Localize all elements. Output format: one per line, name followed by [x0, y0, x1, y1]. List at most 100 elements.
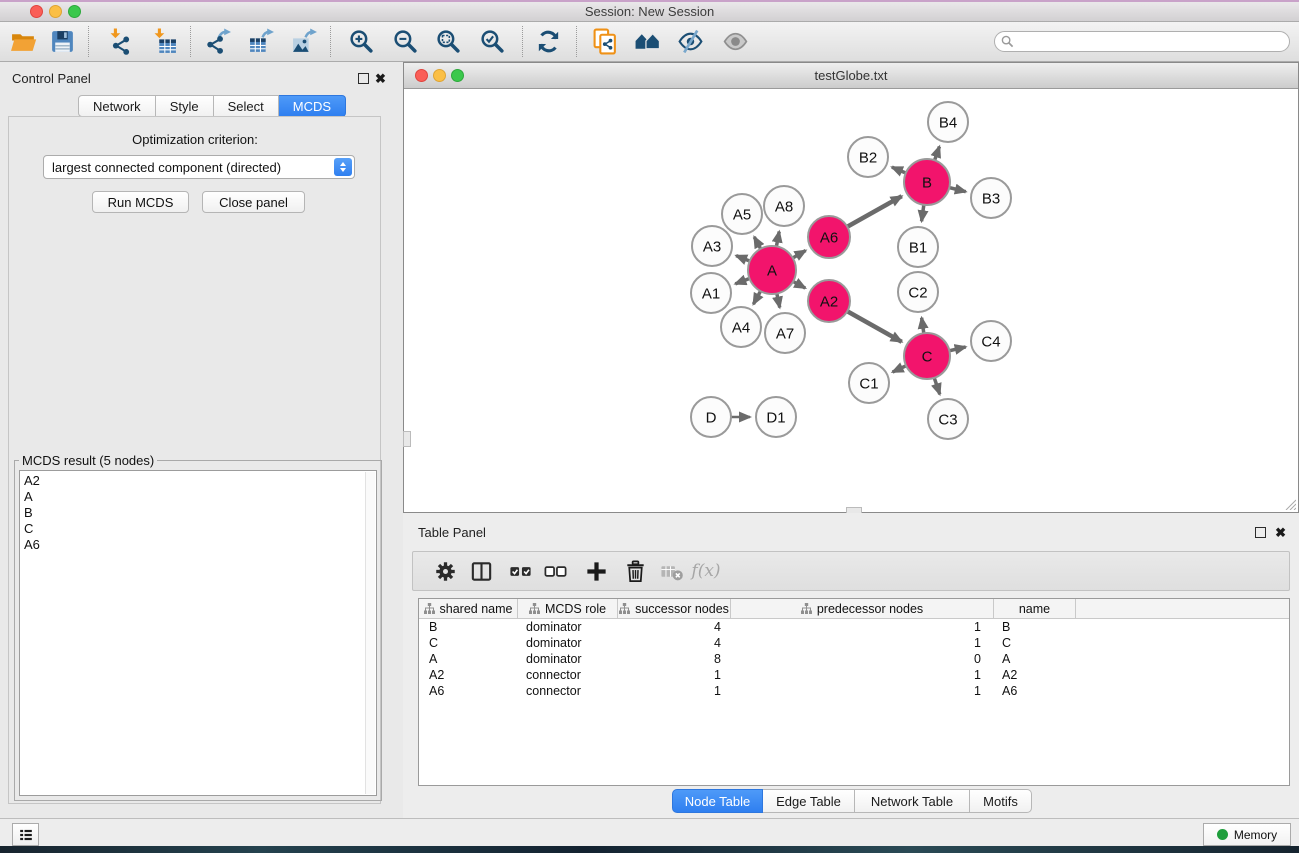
- float-panel-icon[interactable]: [1255, 527, 1266, 538]
- zoom-in-button[interactable]: [345, 25, 377, 57]
- select-all-button[interactable]: [504, 555, 536, 587]
- create-column-button[interactable]: [580, 555, 612, 587]
- home-button[interactable]: [631, 25, 663, 57]
- table-cell: B: [994, 620, 1076, 634]
- graph-node-A3[interactable]: A3: [692, 226, 732, 266]
- column-header-name[interactable]: name: [994, 599, 1076, 618]
- close-panel-icon[interactable]: ✖: [1275, 527, 1286, 538]
- close-panel-icon[interactable]: ✖: [375, 73, 386, 84]
- zoom-selected-button[interactable]: [476, 25, 508, 57]
- mcds-result-list[interactable]: A2ABCA6: [19, 470, 377, 796]
- tab-style[interactable]: Style: [156, 95, 214, 117]
- table-row[interactable]: Cdominator41C: [419, 635, 1289, 651]
- float-panel-icon[interactable]: [358, 73, 369, 84]
- export-network-button[interactable]: [202, 25, 234, 57]
- export-image-button[interactable]: [288, 25, 320, 57]
- svg-text:A3: A3: [703, 239, 721, 256]
- tab-network-table[interactable]: Network Table: [855, 789, 970, 813]
- table-row[interactable]: Bdominator41B: [419, 619, 1289, 635]
- graph-node-C[interactable]: C: [904, 333, 950, 379]
- import-network-button[interactable]: [104, 25, 136, 57]
- svg-text:A4: A4: [732, 320, 750, 337]
- graph-node-A4[interactable]: A4: [721, 307, 761, 347]
- task-history-button[interactable]: [12, 823, 39, 846]
- graph-node-B[interactable]: B: [904, 159, 950, 205]
- search-input[interactable]: [1018, 34, 1283, 50]
- open-file-button[interactable]: [7, 25, 39, 57]
- eye-slash-icon: [677, 28, 704, 55]
- column-header-successor-nodes[interactable]: successor nodes: [618, 599, 731, 618]
- table-row[interactable]: A6connector11A6: [419, 683, 1289, 699]
- network-close-button[interactable]: [415, 69, 428, 82]
- maximize-window-button[interactable]: [68, 5, 81, 18]
- tab-mcds[interactable]: MCDS: [279, 95, 346, 117]
- column-header-shared-name[interactable]: shared name: [419, 599, 518, 618]
- graph-node-B1[interactable]: B1: [898, 227, 938, 267]
- graph-node-B3[interactable]: B3: [971, 178, 1011, 218]
- optimization-criterion-select[interactable]: largest connected component (directed): [43, 155, 355, 179]
- table-row[interactable]: Adominator80A: [419, 651, 1289, 667]
- graph-node-A8[interactable]: A8: [764, 186, 804, 226]
- table-settings-button[interactable]: [429, 555, 461, 587]
- resize-grip[interactable]: [1284, 498, 1296, 510]
- splitter-grip[interactable]: [403, 431, 411, 447]
- minimize-window-button[interactable]: [49, 5, 62, 18]
- table-cell: 1: [731, 668, 994, 682]
- run-mcds-button[interactable]: Run MCDS: [92, 191, 189, 213]
- memory-button[interactable]: Memory: [1203, 823, 1291, 846]
- close-panel-button[interactable]: Close panel: [202, 191, 305, 213]
- graph-node-B2[interactable]: B2: [848, 137, 888, 177]
- graph-node-A2[interactable]: A2: [808, 280, 850, 322]
- show-graphics-details-button[interactable]: [719, 25, 751, 57]
- network-minimize-button[interactable]: [433, 69, 446, 82]
- table-row[interactable]: A2connector11A2: [419, 667, 1289, 683]
- graph-node-C4[interactable]: C4: [971, 321, 1011, 361]
- select-stepper-icon: [334, 158, 352, 176]
- deselect-all-button[interactable]: [539, 555, 571, 587]
- refresh-icon: [535, 28, 562, 55]
- delete-table-button[interactable]: [656, 555, 688, 587]
- graph-node-D1[interactable]: D1: [756, 397, 796, 437]
- tab-select[interactable]: Select: [214, 95, 279, 117]
- graph-node-A5[interactable]: A5: [722, 194, 762, 234]
- column-header-MCDS-role[interactable]: MCDS role: [518, 599, 618, 618]
- table-cell: 4: [618, 636, 731, 650]
- tab-motifs[interactable]: Motifs: [970, 789, 1032, 813]
- delete-column-button[interactable]: [619, 555, 651, 587]
- tab-node-table[interactable]: Node Table: [672, 789, 763, 813]
- export-table-button[interactable]: [245, 25, 277, 57]
- zoom-out-button[interactable]: [389, 25, 421, 57]
- hierarchy-icon: [801, 603, 812, 614]
- import-table-button[interactable]: [148, 25, 180, 57]
- optimization-criterion-label: Optimization criterion:: [0, 132, 390, 147]
- share-document-button[interactable]: [589, 25, 621, 57]
- network-graph[interactable]: B4 B2 B B3 A8A5 A6 A3 B1 A C2 A1 A2 A4 A7 C4 C C1 C3 D D1: [404, 89, 1298, 512]
- refresh-button[interactable]: [532, 25, 564, 57]
- tab-edge-table[interactable]: Edge Table: [763, 789, 855, 813]
- zoom-fit-button[interactable]: [432, 25, 464, 57]
- graph-node-A6[interactable]: A6: [808, 216, 850, 258]
- svg-text:A1: A1: [702, 286, 720, 303]
- graph-node-C1[interactable]: C1: [849, 363, 889, 403]
- graph-node-A7[interactable]: A7: [765, 313, 805, 353]
- share-document-icon: [592, 28, 619, 55]
- column-header-predecessor-nodes[interactable]: predecessor nodes: [731, 599, 994, 618]
- graph-node-A1[interactable]: A1: [691, 273, 731, 313]
- graph-node-C3[interactable]: C3: [928, 399, 968, 439]
- tab-network[interactable]: Network: [78, 95, 156, 117]
- scrollbar-track[interactable]: [365, 472, 375, 794]
- mcds-result-item: A2: [20, 473, 376, 489]
- show-columns-button[interactable]: [465, 555, 497, 587]
- memory-label: Memory: [1234, 828, 1277, 842]
- close-window-button[interactable]: [30, 5, 43, 18]
- function-builder-button[interactable]: f(x): [690, 555, 722, 587]
- graph-node-D[interactable]: D: [691, 397, 731, 437]
- svg-text:C4: C4: [981, 334, 1000, 351]
- hide-graphics-details-button[interactable]: [674, 25, 706, 57]
- search-box[interactable]: [994, 31, 1290, 52]
- save-session-button[interactable]: [46, 25, 78, 57]
- graph-node-B4[interactable]: B4: [928, 102, 968, 142]
- graph-node-A[interactable]: A: [748, 246, 796, 294]
- network-maximize-button[interactable]: [451, 69, 464, 82]
- graph-node-C2[interactable]: C2: [898, 272, 938, 312]
